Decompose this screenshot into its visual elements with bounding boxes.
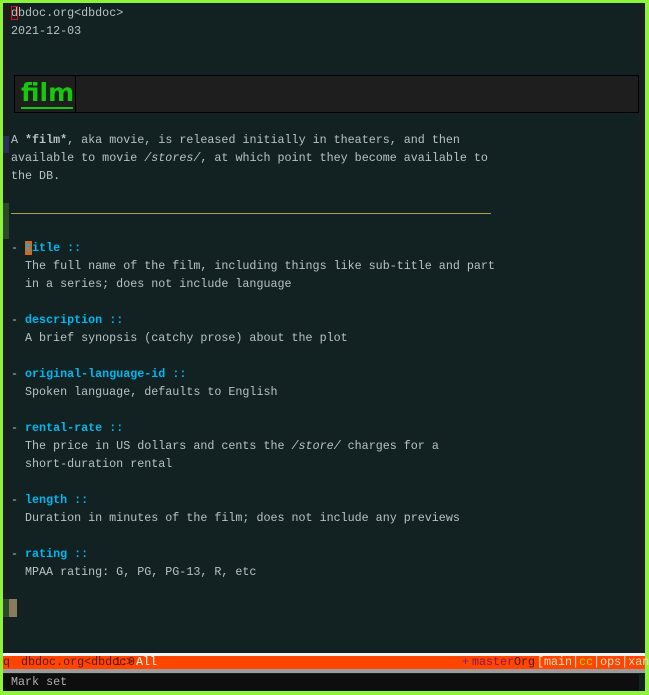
workspace-cc[interactable]: cc [579, 655, 593, 669]
fringe-marker [3, 203, 9, 239]
point-marker [9, 599, 17, 617]
field-description[interactable]: - description :: [11, 311, 123, 329]
fringe-marker [3, 136, 9, 153]
text-cursor: t [25, 241, 33, 255]
document-date: 2021-12-03 [11, 24, 82, 38]
emacs-frame: dbdoc.org<dbdoc> 2021-12-03 film A *film… [3, 3, 649, 691]
cursor-box: d [11, 6, 19, 20]
workspace-ops[interactable]: ops [600, 655, 621, 669]
echo-area: Mark set [3, 674, 639, 691]
paragraph-line: A *film*, aka movie, is released initial… [11, 133, 460, 147]
field-desc-line: Duration in minutes of the film; does no… [25, 511, 460, 525]
field-length[interactable]: - length :: [11, 491, 88, 509]
git-branch[interactable]: master [472, 656, 514, 669]
evil-state: q [3, 655, 11, 669]
field-original-language-id[interactable]: - original-language-id :: [11, 365, 186, 383]
major-mode[interactable]: Org [514, 656, 535, 669]
vc-icon: + [462, 655, 470, 669]
paragraph-line: available to movie /stores/, at which po… [11, 151, 488, 165]
field-desc-line: in a series; does not include language [25, 277, 292, 291]
cursor-position: 1:0 [114, 655, 136, 669]
heading-underline [21, 107, 73, 109]
document-title-line: dbdoc.org<dbdoc> [11, 4, 123, 22]
field-rating[interactable]: - rating :: [11, 545, 88, 563]
left-fringe [3, 3, 9, 653]
field-desc-line: A brief synopsis (catchy prose) about th… [25, 331, 348, 345]
bracket: [ [537, 655, 545, 669]
field-rental-rate[interactable]: - rental-rate :: [11, 419, 123, 437]
workspaces: [main|cc|ops|xan] [537, 656, 649, 669]
heading-banner: film [14, 75, 639, 113]
workspace-xan[interactable]: xan [628, 655, 649, 669]
field-title[interactable]: - title :: [11, 239, 81, 257]
paragraph-line: the DB. [11, 169, 61, 183]
field-desc-line: The full name of the film, including thi… [25, 259, 495, 273]
title-rest: bdoc.org<dbdoc> [18, 6, 124, 20]
field-desc-line: short-duration rental [25, 457, 173, 471]
scroll-position: All [136, 655, 158, 669]
mode-line: q dbdoc.org<dbdoc> 1:0 All + master Org … [3, 653, 649, 673]
field-desc-line: Spoken language, defaults to English [25, 385, 278, 399]
field-desc-line: MPAA rating: G, PG, PG-13, R, etc [25, 565, 257, 579]
workspace-main[interactable]: main [544, 655, 572, 669]
right-fringe [639, 3, 645, 653]
horizontal-rule [11, 213, 491, 214]
field-desc-line: The price in US dollars and cents the /s… [25, 439, 439, 453]
